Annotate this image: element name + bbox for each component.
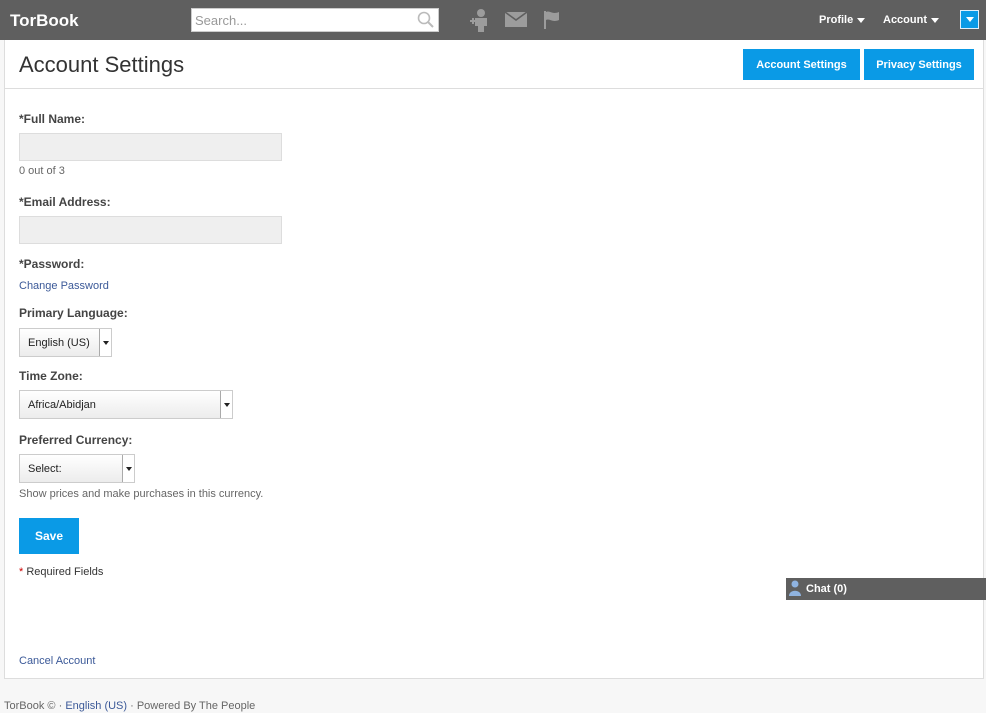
email-label: *Email Address: (19, 195, 111, 209)
footer-powered-by: · Powered By The People (130, 700, 256, 712)
search-input[interactable] (192, 9, 412, 31)
chevron-down-icon (99, 329, 111, 356)
full-name-field[interactable] (19, 133, 282, 161)
chat-label: Chat (0) (806, 583, 847, 595)
timezone-label: Time Zone: (19, 369, 83, 383)
footer-copyright: TorBook © (4, 700, 56, 712)
page-title: Account Settings (19, 52, 185, 77)
currency-label: Preferred Currency: (19, 433, 133, 447)
chevron-down-icon (122, 455, 134, 482)
brand-logo[interactable]: TorBook (10, 11, 79, 31)
footer-language-link[interactable]: English (US) (65, 700, 127, 712)
chevron-down-icon (965, 17, 974, 22)
password-label: *Password: (19, 257, 85, 271)
tab-privacy-settings[interactable]: Privacy Settings (864, 49, 974, 80)
footer: TorBook © · English (US) · Powered By Th… (4, 700, 255, 712)
save-button[interactable]: Save (19, 518, 79, 554)
account-menu-label: Account (883, 14, 927, 26)
language-select[interactable]: English (US) (19, 328, 112, 357)
tab-account-settings[interactable]: Account Settings (743, 49, 860, 80)
footer-separator: · (58, 700, 63, 712)
chevron-down-icon (220, 391, 232, 418)
header-divider (5, 88, 983, 89)
timezone-select-value: Africa/Abidjan (28, 398, 96, 411)
account-dropdown-button[interactable] (960, 10, 979, 29)
profile-menu-label: Profile (819, 14, 854, 26)
notifications-flag-icon[interactable] (543, 10, 561, 33)
currency-select[interactable]: Select: (19, 454, 135, 483)
currency-hint: Show prices and make purchases in this c… (19, 488, 264, 500)
top-navigation-bar: TorBook Profile Account (0, 0, 986, 40)
search-box (191, 8, 439, 32)
messages-icon[interactable] (504, 11, 528, 31)
email-field[interactable] (19, 216, 282, 244)
required-fields-note: * Required Fields (19, 566, 104, 578)
language-select-value: English (US) (28, 336, 90, 349)
change-password-link[interactable]: Change Password (19, 280, 109, 292)
profile-menu[interactable]: Profile (819, 14, 866, 26)
timezone-select[interactable]: Africa/Abidjan (19, 390, 233, 419)
chevron-down-icon (931, 17, 939, 23)
chevron-down-icon (857, 17, 866, 23)
language-label: Primary Language: (19, 306, 128, 320)
chat-bar[interactable]: Chat (0) (786, 578, 986, 600)
cancel-account-link[interactable]: Cancel Account (19, 655, 95, 667)
currency-select-value: Select: (28, 462, 62, 475)
full-name-counter: 0 out of 3 (19, 165, 65, 177)
account-menu[interactable]: Account (883, 14, 939, 26)
full-name-label: *Full Name: (19, 112, 86, 126)
search-icon[interactable] (417, 11, 435, 32)
chat-user-icon (789, 580, 801, 599)
friend-requests-icon[interactable] (470, 8, 490, 35)
